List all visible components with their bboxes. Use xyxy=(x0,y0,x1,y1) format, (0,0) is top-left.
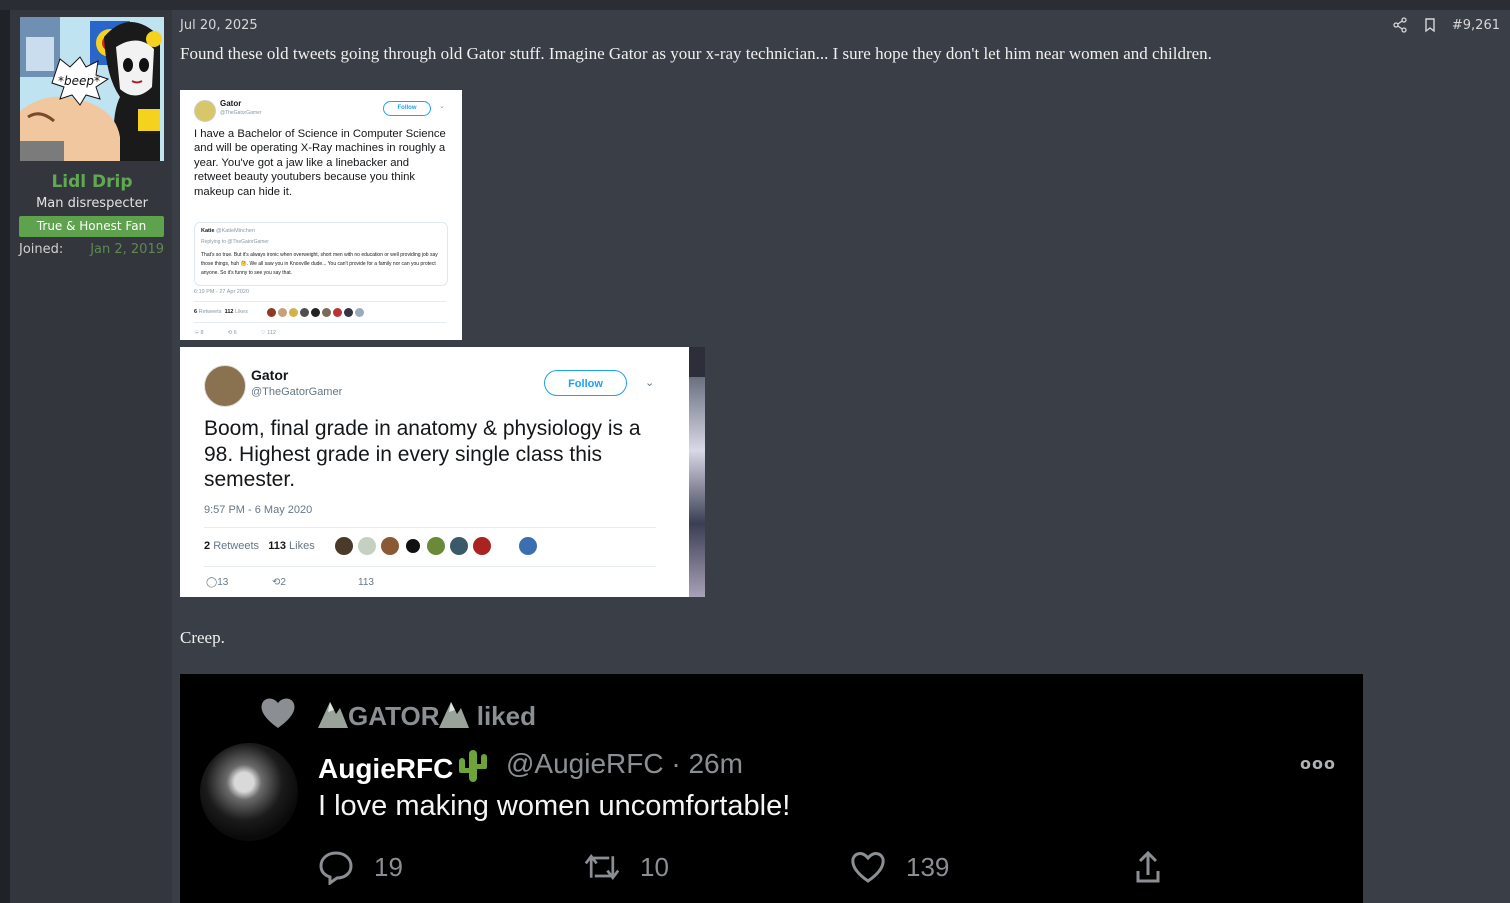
tweet-text: I have a Bachelor of Science in Computer… xyxy=(194,128,446,198)
quoted-author-handle: @KatieMinchen xyxy=(215,228,255,234)
heart-icon xyxy=(261,698,295,728)
like-icon xyxy=(851,852,885,883)
liked-word: liked xyxy=(476,701,536,731)
tweet-image-1[interactable]: Gator @TheGatorGamer Follow ⌄ I have a B… xyxy=(180,90,462,340)
quoted-text: That's so true. But it's always ironic w… xyxy=(201,252,438,276)
tweet-author-name: Gator xyxy=(220,99,242,108)
user-panel: *beep* Lidl Drip Man disrespecter True &… xyxy=(10,10,173,903)
tweet-author-handle: @TheGatorGamer xyxy=(220,110,262,116)
retweets-label: Retweets xyxy=(213,540,260,552)
tweet-follow-button: Follow xyxy=(544,370,627,396)
divider xyxy=(194,322,446,323)
reply-count: 19 xyxy=(374,851,403,882)
quoted-author-name: Katie xyxy=(201,228,215,234)
retweet-count-small: ⟲ 6 xyxy=(227,330,237,336)
tweet-timestamp: 9:57 PM - 6 May 2020 xyxy=(204,504,313,516)
tweet-author-name: Gator xyxy=(251,367,289,383)
joined-label: Joined: xyxy=(19,242,64,257)
reply-action: 19 xyxy=(318,849,403,885)
tweet-avatar xyxy=(194,100,216,122)
post-date[interactable]: Jul 20, 2025 xyxy=(180,18,258,33)
like-count-small: ♡ 112 xyxy=(260,330,276,336)
liker-avatars xyxy=(335,537,537,555)
joined-date: Jan 2, 2019 xyxy=(90,242,164,257)
tweet-author-name: AugieRFC xyxy=(318,748,491,785)
quoted-tweet: Katie @KatieMinchen Replying to @TheGato… xyxy=(194,222,448,286)
tweet-image-3[interactable]: GATOR liked AugieRFC @AugieRFC · 26m ooo… xyxy=(180,674,1363,903)
retweet-count-small: ⟲ 2 xyxy=(272,577,286,588)
divider xyxy=(204,566,656,567)
tweet-actions: ♡̶ 8 ⟲ 6 ♡ 112 xyxy=(194,330,276,336)
quoted-reply-to: Replying to @TheGatorGamer xyxy=(201,239,269,245)
tweet-text: I love making women uncomfortable! xyxy=(318,790,791,822)
reply-count: ♡̶ 8 xyxy=(194,330,204,336)
upload-icon xyxy=(1136,850,1160,883)
retweet-count: 6 xyxy=(194,309,198,315)
avatar-image: *beep* xyxy=(20,17,164,161)
tweet-author-handle: @TheGatorGamer xyxy=(251,386,343,398)
tweet-timestamp: 6:19 PM - 27 Apr 2020 xyxy=(194,289,250,295)
more-icon: ooo xyxy=(1300,754,1336,773)
like-count: 139 xyxy=(906,851,950,882)
post-body-text: Found these old tweets going through old… xyxy=(180,44,1212,63)
tweet-text: Boom, final grade in anatomy & physiolog… xyxy=(204,417,641,491)
share-icon[interactable] xyxy=(1392,17,1408,33)
reply-count: ◯ 13 xyxy=(206,577,229,588)
tweet-image-2[interactable]: Gator @TheGatorGamer Follow ⌄ Boom, fina… xyxy=(180,347,689,597)
retweet-action: 10 xyxy=(584,849,669,885)
like-count: 113 xyxy=(268,540,286,552)
retweets-label: Retweets xyxy=(198,309,222,315)
divider xyxy=(194,301,446,302)
likes-label: Likes xyxy=(289,540,315,552)
post-number[interactable]: #9,261 xyxy=(1452,18,1500,33)
reply-icon xyxy=(319,851,353,885)
avatar[interactable]: *beep* xyxy=(20,17,164,161)
like-count: 112 xyxy=(224,309,234,315)
tweet-stats: 2 Retweets 113 Likes xyxy=(204,540,315,552)
cactus-icon xyxy=(459,750,488,782)
user-banner: True & Honest Fan xyxy=(19,216,164,237)
liker-avatars xyxy=(267,308,364,317)
top-strip xyxy=(0,0,1510,10)
quoted-author: Katie @KatieMinchen xyxy=(201,228,255,234)
overlay-caption: RRY THA xyxy=(1240,851,1363,896)
mountain-icon xyxy=(318,702,348,728)
retweet-icon xyxy=(584,853,620,881)
mountain-icon xyxy=(439,702,470,728)
liked-by-line: GATOR liked xyxy=(318,700,536,732)
tweet-avatar xyxy=(204,365,246,407)
tweet-avatar xyxy=(200,743,298,841)
retweet-count: 10 xyxy=(640,851,669,882)
share-action xyxy=(1130,849,1166,885)
liked-by-name: GATOR xyxy=(348,701,440,731)
bookmark-icon[interactable] xyxy=(1422,17,1438,33)
divider xyxy=(204,527,656,528)
username[interactable]: Lidl Drip xyxy=(10,172,174,192)
like-action: 139 xyxy=(850,849,949,885)
like-count-small: 113 xyxy=(358,577,374,588)
avatar-caption: *beep* xyxy=(58,74,100,88)
user-title: Man disrespecter xyxy=(36,196,148,211)
post-content: Jul 20, 2025 #9,261 Found these old twee… xyxy=(172,10,1510,903)
likes-label: Likes xyxy=(235,309,248,315)
post-actions: #9,261 xyxy=(1392,17,1500,33)
tweet-handle-time: @AugieRFC · 26m xyxy=(506,748,743,779)
retweet-count: 2 xyxy=(204,540,211,552)
tweet-follow-button: Follow xyxy=(383,101,431,116)
post-closing-text: Creep. xyxy=(180,628,225,647)
forum-post: *beep* Lidl Drip Man disrespecter True &… xyxy=(10,10,1510,903)
tweet-stats: 6 Retweets 112 Likes xyxy=(194,309,248,315)
chevron-down-icon: ⌄ xyxy=(645,376,655,389)
chevron-down-icon: ⌄ xyxy=(439,102,445,110)
